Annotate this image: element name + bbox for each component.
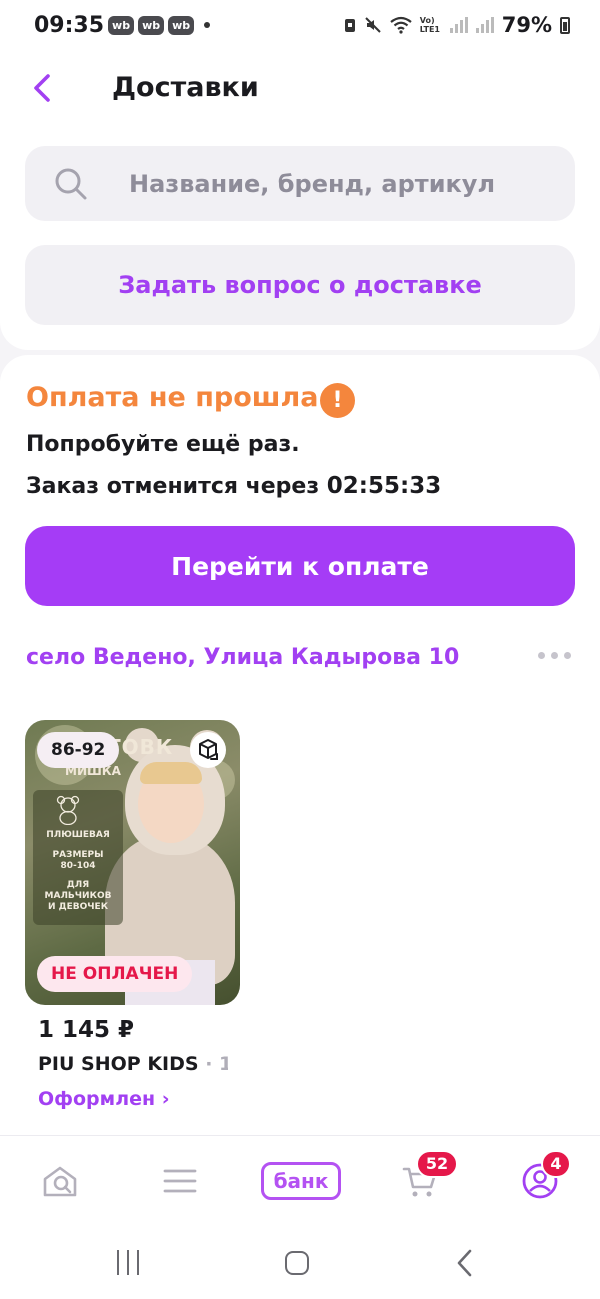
signal-icon bbox=[449, 17, 468, 33]
order-card: Оплата не прошла ! Попробуйте ещё раз. З… bbox=[0, 355, 600, 1135]
try-again-message: Попробуйте ещё раз. bbox=[26, 432, 300, 457]
wb-notification-icon: wb bbox=[138, 15, 165, 35]
back-button[interactable] bbox=[26, 70, 62, 106]
box-return-icon bbox=[199, 739, 218, 760]
size-badge: 86-92 bbox=[37, 732, 120, 768]
teddy-bear-icon bbox=[56, 795, 80, 825]
product-price: 1 145 ₽ bbox=[38, 1017, 135, 1043]
more-notifications-icon bbox=[204, 22, 211, 28]
delivery-address[interactable]: село Ведено, Улица Кадырова 10 bbox=[26, 645, 459, 670]
battery-icon bbox=[560, 16, 570, 34]
wifi-icon bbox=[390, 16, 412, 34]
battery-level: 79% bbox=[501, 13, 552, 37]
chevron-left-icon bbox=[34, 74, 50, 102]
warning-icon: ! bbox=[320, 383, 355, 418]
header-card: Доставки Задать вопрос о доставке bbox=[0, 50, 600, 350]
recent-apps-button[interactable] bbox=[117, 1250, 139, 1275]
more-options-icon[interactable] bbox=[538, 652, 571, 659]
menu-icon bbox=[163, 1169, 197, 1193]
profile-count-badge: 4 bbox=[541, 1150, 571, 1178]
seller-label: PIU SHOP KIDS bbox=[38, 1053, 199, 1075]
cart-count-badge: 52 bbox=[416, 1150, 458, 1178]
bottom-tab-bar: банк 52 4 bbox=[0, 1135, 600, 1230]
lock-icon bbox=[344, 19, 355, 32]
ad-audience: ДЛЯ МАЛЬЧИКОВ И ДЕВОЧЕК bbox=[44, 880, 112, 912]
tab-bank[interactable]: банк bbox=[261, 1162, 341, 1200]
search-bar[interactable] bbox=[25, 146, 575, 221]
search-input[interactable] bbox=[129, 146, 549, 221]
wb-notification-icon: wb bbox=[168, 15, 195, 35]
signal-icon-2 bbox=[475, 17, 494, 33]
cancel-timer-text: Заказ отменится через 02:55:33 bbox=[26, 473, 441, 499]
volte-label: Vo) LTE1 bbox=[419, 16, 440, 34]
order-status-link[interactable]: Оформлен › bbox=[38, 1088, 170, 1110]
countdown-timer: 02:55:33 bbox=[326, 473, 442, 499]
wb-notification-icon: wb bbox=[108, 15, 135, 35]
go-to-payment-button[interactable]: Перейти к оплате bbox=[25, 526, 575, 606]
ad-sizes: РАЗМЕРЫ 80-104 bbox=[52, 850, 104, 871]
status-icons: Vo) LTE1 79% bbox=[344, 13, 570, 37]
mute-icon bbox=[365, 17, 381, 33]
seller-suffix: · 1 bbox=[205, 1053, 228, 1075]
status-bar: 09:35 wb wb wb Vo) LTE1 79% bbox=[0, 0, 600, 50]
home-button[interactable] bbox=[285, 1251, 309, 1275]
home-search-icon bbox=[43, 1166, 77, 1197]
ask-delivery-question-button[interactable]: Задать вопрос о доставке bbox=[25, 245, 575, 325]
tab-catalog[interactable] bbox=[150, 1156, 210, 1206]
tab-home[interactable] bbox=[30, 1156, 90, 1206]
system-nav-bar bbox=[0, 1230, 600, 1299]
ad-texture: ПЛЮШЕВАЯ bbox=[46, 830, 110, 840]
return-badge[interactable] bbox=[190, 732, 226, 768]
product-image[interactable]: ТОВК МИШКА ПЛЮШЕВАЯ РАЗМЕРЫ 80-104 ДЛЯ М… bbox=[25, 720, 240, 1005]
payment-failed-title: Оплата не прошла bbox=[26, 382, 319, 413]
unpaid-status-badge: НЕ ОПЛАЧЕН bbox=[37, 956, 193, 992]
seller-name: PIU SHOP KIDS · 1 bbox=[38, 1053, 228, 1075]
status-time: 09:35 bbox=[34, 12, 105, 38]
page-title: Доставки bbox=[112, 72, 259, 103]
search-icon bbox=[55, 168, 87, 200]
system-back-icon[interactable] bbox=[455, 1248, 475, 1278]
cancel-prefix: Заказ отменится через bbox=[26, 474, 327, 499]
